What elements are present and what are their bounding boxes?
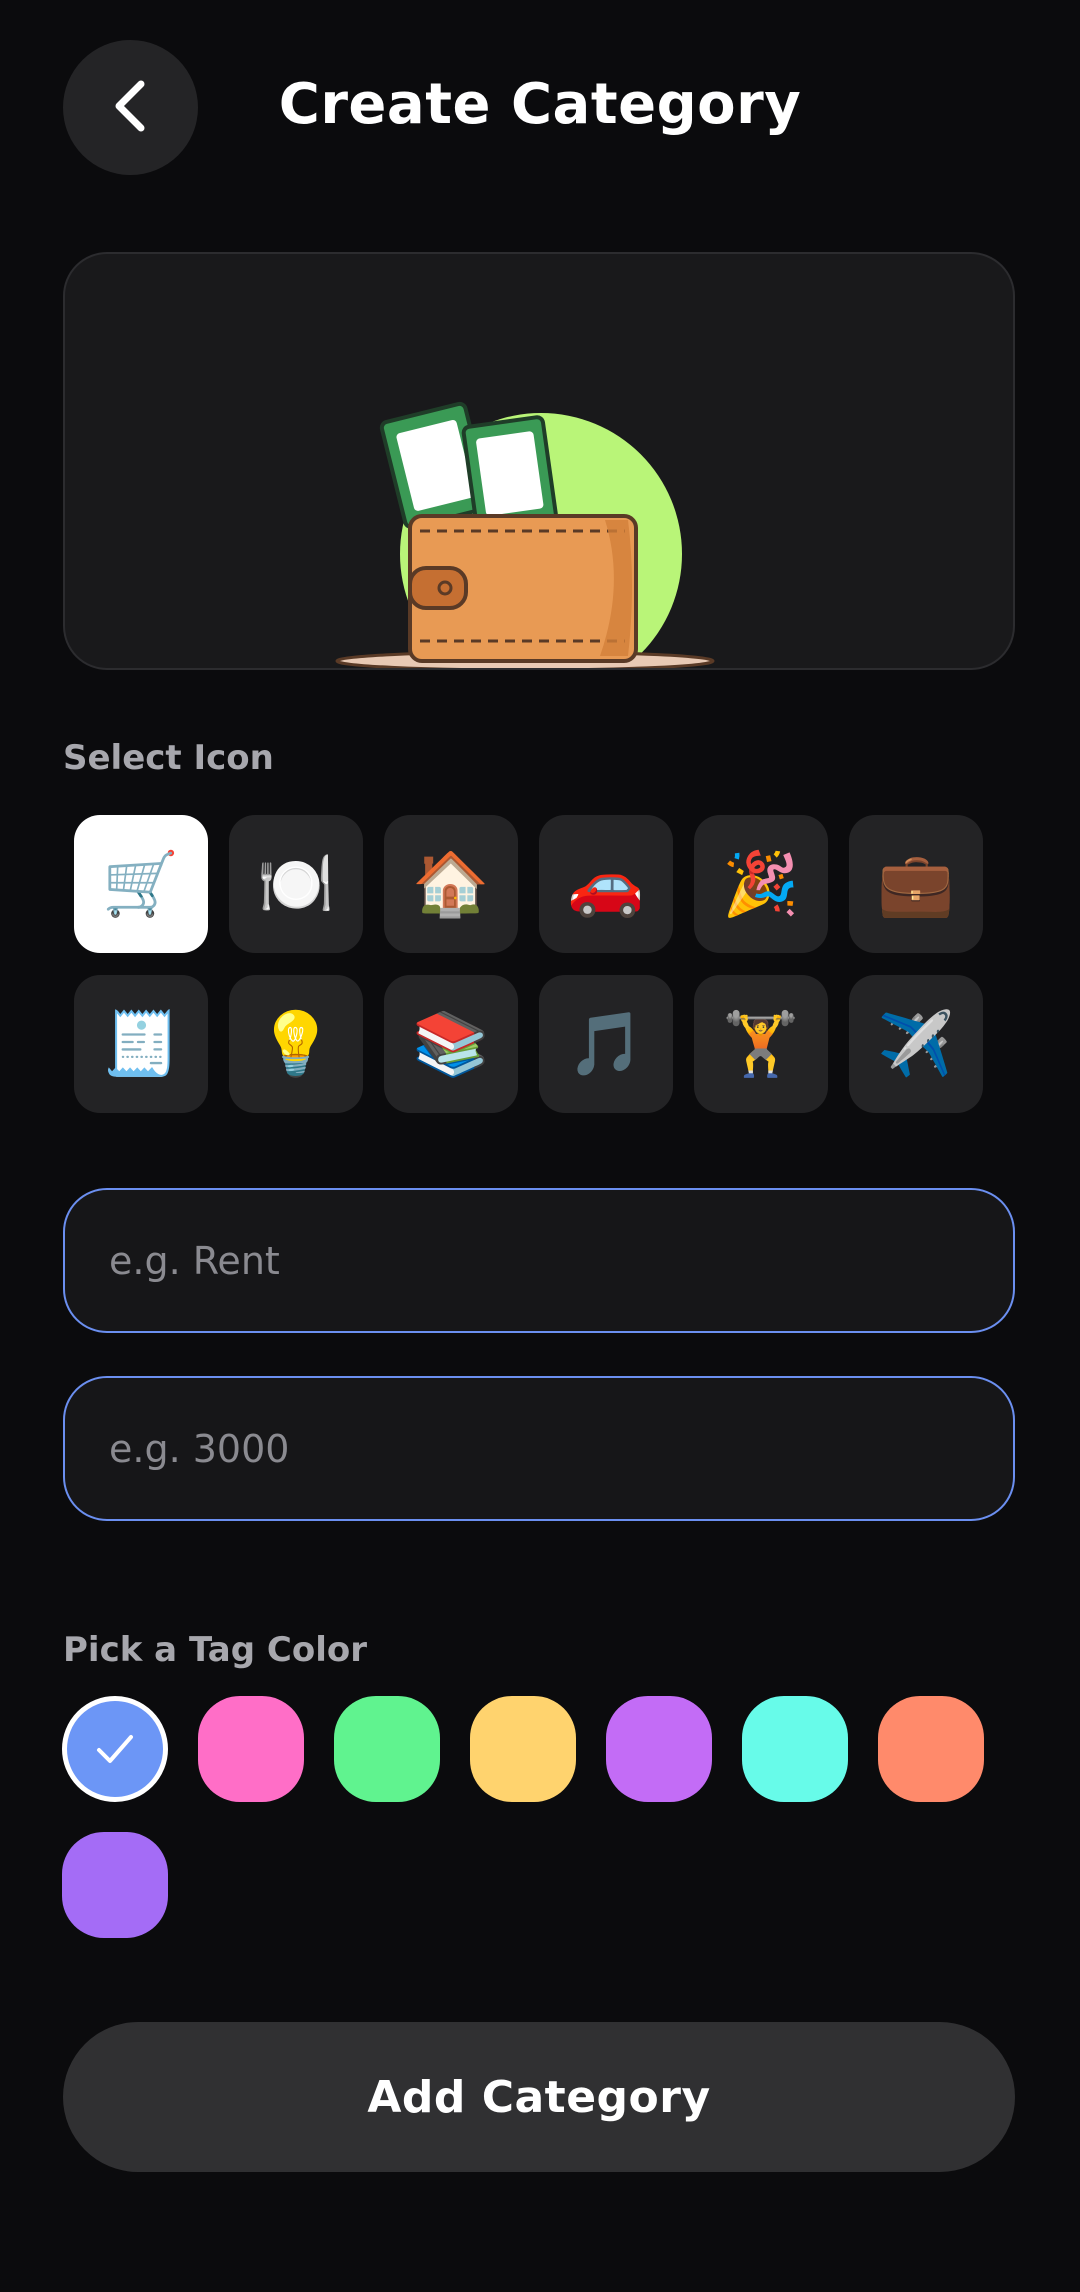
icon-option[interactable]: 📚	[384, 975, 518, 1113]
add-category-button[interactable]: Add Category	[63, 2022, 1015, 2172]
car-icon: 🚗	[567, 847, 645, 920]
color-swatch[interactable]	[62, 1696, 168, 1802]
icon-option[interactable]: 🏋️	[694, 975, 828, 1113]
icon-option[interactable]: 💡	[229, 975, 363, 1113]
color-swatch[interactable]	[470, 1696, 576, 1802]
icon-option[interactable]: 🎵	[539, 975, 673, 1113]
airplane-icon: ✈️	[877, 1007, 955, 1080]
tag-color-picker	[62, 1696, 1022, 1938]
music-note-icon: 🎵	[567, 1007, 645, 1080]
icon-grid: 🛒 🍽️ 🏠 🚗 🎉 💼 🧾 💡 📚 🎵 🏋️ ✈️	[74, 815, 994, 1113]
icon-option[interactable]: 🛒	[74, 815, 208, 953]
page-title: Create Category	[278, 72, 802, 137]
icon-option[interactable]: 💼	[849, 815, 983, 953]
house-icon: 🏠	[412, 847, 490, 920]
icon-option[interactable]: 🎉	[694, 815, 828, 953]
budget-amount-field[interactable]	[63, 1376, 1015, 1521]
fork-knife-plate-icon: 🍽️	[257, 847, 335, 920]
category-preview-card	[63, 252, 1015, 670]
color-swatch[interactable]	[334, 1696, 440, 1802]
color-swatch[interactable]	[62, 1832, 168, 1938]
pick-tag-color-label: Pick a Tag Color	[63, 1630, 367, 1670]
weight-lifter-icon: 🏋️	[722, 1007, 800, 1080]
color-swatch[interactable]	[878, 1696, 984, 1802]
checkmark-icon	[97, 1735, 133, 1763]
icon-option[interactable]: ✈️	[849, 975, 983, 1113]
budget-amount-input[interactable]	[65, 1378, 1013, 1519]
receipt-icon: 🧾	[102, 1007, 180, 1080]
icon-option[interactable]: 🍽️	[229, 815, 363, 953]
party-popper-icon: 🎉	[722, 847, 800, 920]
shopping-cart-icon: 🛒	[102, 847, 180, 920]
icon-option[interactable]: 🏠	[384, 815, 518, 953]
select-icon-label: Select Icon	[63, 738, 274, 778]
category-name-field[interactable]	[63, 1188, 1015, 1333]
category-name-input[interactable]	[65, 1190, 1013, 1331]
books-icon: 📚	[412, 1007, 490, 1080]
icon-option[interactable]: 🚗	[539, 815, 673, 953]
briefcase-icon: 💼	[877, 847, 955, 920]
icon-option[interactable]: 🧾	[74, 975, 208, 1113]
light-bulb-icon: 💡	[257, 1007, 335, 1080]
color-swatch[interactable]	[606, 1696, 712, 1802]
color-swatch[interactable]	[742, 1696, 848, 1802]
wallet-with-money-icon	[335, 401, 715, 668]
color-swatch[interactable]	[198, 1696, 304, 1802]
